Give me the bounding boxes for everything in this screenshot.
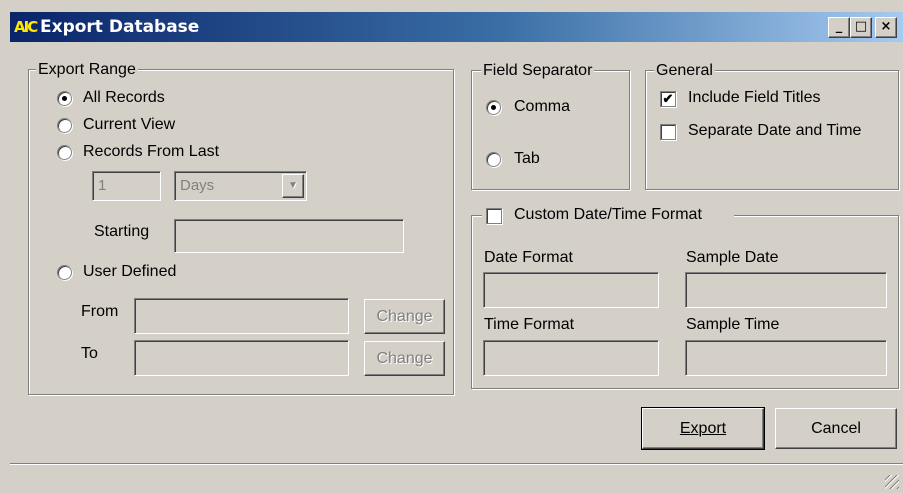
close-button[interactable]: × xyxy=(875,17,897,38)
status-bar xyxy=(10,463,903,493)
to-label: To xyxy=(81,345,98,362)
custom-format-checkbox[interactable] xyxy=(486,208,502,224)
export-button[interactable]: Export xyxy=(641,407,765,450)
general-legend: General xyxy=(654,62,715,80)
time-format-field[interactable] xyxy=(483,340,659,376)
sample-date-field xyxy=(685,272,887,308)
records-from-last-radio[interactable] xyxy=(57,145,72,160)
chevron-down-icon[interactable]: ▼ xyxy=(282,174,304,198)
title-bar[interactable]: AIC Export Database _ □ × xyxy=(10,12,903,42)
tab-radio[interactable] xyxy=(486,152,501,167)
include-field-titles-label[interactable]: Include Field Titles xyxy=(688,88,821,108)
custom-format-label[interactable]: Custom Date/Time Format xyxy=(514,205,702,225)
date-format-field[interactable] xyxy=(483,272,659,308)
minimize-icon: _ xyxy=(835,19,843,34)
starting-field[interactable] xyxy=(174,219,404,253)
sample-time-field xyxy=(685,340,887,376)
cancel-button-label: Cancel xyxy=(811,420,861,437)
radio-selected-dot xyxy=(62,96,67,101)
records-from-last-label[interactable]: Records From Last xyxy=(83,142,219,162)
close-icon: × xyxy=(880,19,892,34)
user-defined-radio[interactable] xyxy=(57,265,72,280)
tab-label[interactable]: Tab xyxy=(514,149,540,169)
user-defined-label[interactable]: User Defined xyxy=(83,262,176,282)
comma-radio[interactable] xyxy=(486,100,501,115)
field-separator-group xyxy=(471,70,630,190)
cancel-button[interactable]: Cancel xyxy=(775,408,897,449)
export-range-legend: Export Range xyxy=(36,61,138,79)
maximize-button[interactable]: □ xyxy=(850,17,872,38)
to-change-button[interactable]: Change xyxy=(364,341,445,376)
all-records-radio[interactable] xyxy=(57,91,72,106)
window-title: Export Database xyxy=(40,17,200,37)
check-icon: ✔ xyxy=(662,91,674,106)
date-format-label: Date Format xyxy=(484,249,573,266)
include-field-titles-checkbox[interactable]: ✔ xyxy=(660,91,676,107)
export-button-label: Export xyxy=(679,420,727,437)
resize-grip-icon[interactable] xyxy=(885,475,899,489)
to-field[interactable] xyxy=(134,340,349,376)
from-change-button[interactable]: Change xyxy=(364,299,445,334)
current-view-label[interactable]: Current View xyxy=(83,115,175,135)
maximize-icon: □ xyxy=(854,19,868,34)
radio-selected-dot xyxy=(491,105,496,110)
last-count-field[interactable]: 1 xyxy=(92,171,161,201)
time-format-label: Time Format xyxy=(484,316,575,333)
last-unit-value: Days xyxy=(180,177,215,194)
last-unit-select[interactable]: Days ▼ xyxy=(174,171,307,201)
comma-label[interactable]: Comma xyxy=(514,97,570,117)
sample-time-label: Sample Time xyxy=(686,316,780,333)
starting-label: Starting xyxy=(94,223,150,240)
current-view-radio[interactable] xyxy=(57,118,72,133)
field-separator-legend: Field Separator xyxy=(481,62,595,80)
app-logo-icon: AIC xyxy=(14,18,38,36)
all-records-label[interactable]: All Records xyxy=(83,88,165,108)
sample-date-label: Sample Date xyxy=(686,249,779,266)
separate-date-time-checkbox[interactable] xyxy=(660,124,676,140)
minimize-button[interactable]: _ xyxy=(828,17,850,38)
separate-date-time-label[interactable]: Separate Date and Time xyxy=(688,121,861,141)
from-field[interactable] xyxy=(134,298,349,334)
from-label: From xyxy=(81,303,119,320)
